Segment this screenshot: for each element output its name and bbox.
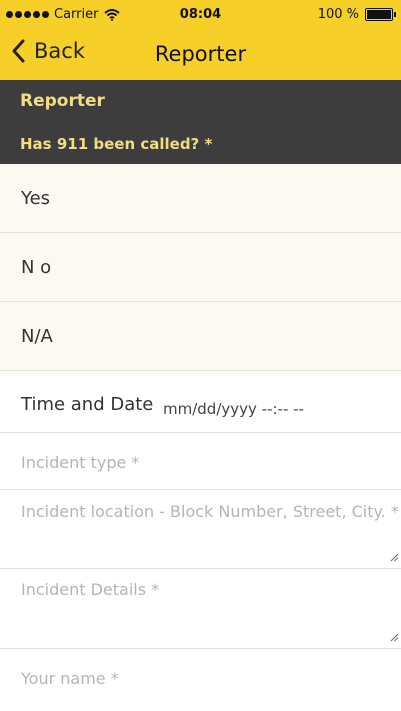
option-no[interactable]: N o	[0, 233, 401, 302]
section-title: Reporter	[20, 91, 105, 111]
resize-handle-icon[interactable]	[390, 633, 399, 642]
status-bar: Carrier 08:04 100 %	[0, 0, 401, 30]
page-title: Reporter	[154, 42, 247, 66]
resize-handle-icon[interactable]	[390, 553, 399, 562]
incident-details-placeholder: Incident Details *	[21, 580, 160, 599]
incident-location-placeholder: Incident location - Block Number, Street…	[21, 502, 399, 521]
option-yes[interactable]: Yes	[0, 164, 401, 233]
status-right: 100 %	[317, 7, 396, 22]
battery-icon	[365, 8, 396, 21]
incident-type-input[interactable]: Incident type *	[0, 433, 401, 490]
option-label: N/A	[21, 326, 53, 347]
datetime-input[interactable]: mm/dd/yyyy --:-- --	[163, 400, 304, 418]
your-name-placeholder: Your name *	[21, 669, 119, 688]
incident-location-textarea[interactable]: Incident location - Block Number, Street…	[0, 490, 401, 569]
incident-type-placeholder: Incident type *	[21, 453, 140, 472]
navigation-bar: Back Reporter	[0, 30, 401, 80]
time-and-date-row: Time and Date mm/dd/yyyy --:-- --	[0, 372, 401, 433]
your-name-input[interactable]: Your name *	[0, 649, 401, 711]
option-label: N o	[21, 257, 52, 278]
incident-details-textarea[interactable]: Incident Details *	[0, 569, 401, 649]
question-label: Has 911 been called? *	[20, 135, 213, 153]
time-and-date-label: Time and Date	[21, 394, 154, 415]
top-bar: Carrier 08:04 100 % Back Reporter	[0, 0, 401, 80]
section-header: Reporter Has 911 been called? *	[0, 80, 401, 164]
option-na[interactable]: N/A	[0, 302, 401, 371]
battery-percent: 100 %	[317, 7, 359, 22]
option-label: Yes	[21, 188, 51, 209]
